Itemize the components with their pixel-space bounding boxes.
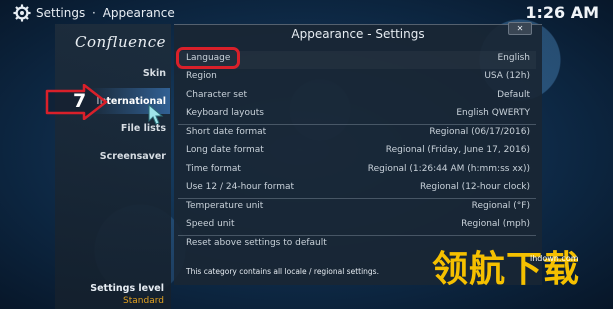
- setting-value: Regional (12-hour clock): [420, 182, 530, 192]
- sidebar-item-screensaver[interactable]: Screensaver: [100, 151, 166, 162]
- breadcrumb-separator: ·: [92, 6, 96, 20]
- mouse-pointer-icon: [148, 104, 164, 125]
- setting-label: Short date format: [186, 127, 267, 137]
- setting-row-hour-format[interactable]: Use 12 / 24-hour format Regional (12-hou…: [178, 180, 536, 199]
- setting-row-speed-unit[interactable]: Speed unit Regional (mph): [178, 217, 536, 236]
- setting-value: English: [497, 53, 531, 63]
- setting-row-time-format[interactable]: Time format Regional (1:26:44 AM (h:mm:s…: [178, 162, 536, 180]
- setting-label: Temperature unit: [186, 201, 264, 211]
- language-highlight-box: [176, 47, 240, 69]
- settings-level-value[interactable]: Standard: [123, 296, 164, 306]
- gear-icon: [13, 4, 31, 22]
- breadcrumb-settings[interactable]: Settings: [36, 6, 85, 20]
- setting-label: Long date format: [186, 145, 264, 155]
- setting-row-short-date-format[interactable]: Short date format Regional (06/17/2016): [178, 125, 536, 143]
- confluence-logo: Confluence: [75, 33, 166, 51]
- setting-label: Character set: [186, 90, 248, 100]
- setting-label: Region: [186, 71, 217, 81]
- setting-label: Reset above settings to default: [186, 238, 327, 248]
- panel-title: Appearance - Settings: [291, 27, 425, 41]
- setting-value: Regional (°F): [471, 201, 530, 211]
- setting-label: Use 12 / 24-hour format: [186, 182, 295, 192]
- sidebar: [55, 24, 171, 309]
- setting-value: Regional (06/17/2016): [429, 127, 530, 137]
- category-description: This category contains all locale / regi…: [186, 267, 379, 276]
- setting-value: Regional (mph): [461, 219, 530, 229]
- setting-value: USA (12h): [484, 71, 530, 81]
- setting-value: English QWERTY: [456, 108, 530, 118]
- setting-value: Default: [497, 90, 530, 100]
- sidebar-item-skin[interactable]: Skin: [143, 68, 166, 79]
- setting-label: Time format: [186, 164, 241, 174]
- clock: 1:26 AM: [525, 3, 599, 22]
- step-number: 7: [73, 90, 87, 112]
- close-button[interactable]: ✕: [508, 22, 532, 35]
- setting-value: Regional (Friday, June 17, 2016): [385, 145, 530, 155]
- setting-row-keyboard-layouts[interactable]: Keyboard layouts English QWERTY: [178, 106, 536, 125]
- breadcrumb-appearance: Appearance: [102, 6, 175, 20]
- setting-label: Keyboard layouts: [186, 108, 264, 118]
- setting-label: Speed unit: [186, 219, 235, 229]
- setting-value: Regional (1:26:44 AM (h:mm:ss xx)): [367, 164, 530, 174]
- setting-row-region[interactable]: Region USA (12h): [178, 69, 536, 87]
- setting-row-temperature-unit[interactable]: Temperature unit Regional (°F): [178, 199, 536, 217]
- watermark-url: lhdown.com: [530, 254, 579, 263]
- setting-row-long-date-format[interactable]: Long date format Regional (Friday, June …: [178, 143, 536, 161]
- settings-level-label[interactable]: Settings level: [90, 283, 164, 294]
- setting-row-character-set[interactable]: Character set Default: [178, 88, 536, 106]
- breadcrumb: Settings · Appearance: [36, 5, 175, 21]
